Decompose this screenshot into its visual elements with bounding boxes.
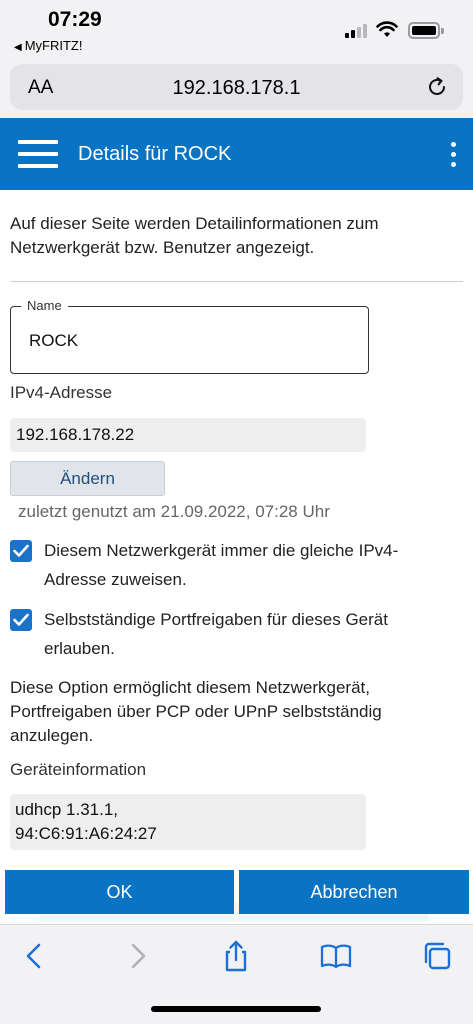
device-info-line: 94:C6:91:A6:24:27 — [15, 824, 157, 843]
status-bar: 07:29 ◀ MyFRITZ! — [0, 0, 473, 58]
battery-icon — [408, 22, 444, 39]
bookmarks-icon[interactable] — [319, 939, 353, 973]
back-icon[interactable] — [18, 939, 52, 973]
device-info-label: Geräteinformation — [10, 760, 147, 779]
action-bar: OK Abbrechen — [0, 858, 473, 924]
cancel-button[interactable]: Abbrechen — [239, 870, 469, 914]
back-to-app-link[interactable]: ◀ MyFRITZ! — [14, 38, 82, 53]
browser-address-area: AA 192.168.178.1 — [0, 58, 473, 118]
app-header: Details für ROCK — [0, 118, 473, 190]
same-ip-checkbox[interactable] — [10, 540, 32, 562]
same-ip-label: Diesem Netzwerkgerät immer die gleiche I… — [44, 541, 399, 589]
clock: 07:29 — [48, 8, 102, 31]
cellular-signal-icon — [345, 24, 369, 38]
port-forwarding-description: Diese Option ermöglicht diesem Netzwerkg… — [10, 678, 382, 745]
port-forwarding-checkbox[interactable] — [10, 609, 32, 631]
back-triangle-icon: ◀ — [14, 42, 22, 53]
name-field-value[interactable]: ROCK — [29, 331, 78, 351]
home-indicator — [151, 1006, 321, 1012]
change-button[interactable]: Ändern — [10, 461, 165, 496]
tabs-icon[interactable] — [420, 939, 454, 973]
page-title: Details für ROCK — [78, 143, 232, 165]
device-info-field: udhcp 1.31.1, 94:C6:91:A6:24:27 — [10, 794, 366, 850]
address-bar[interactable]: AA 192.168.178.1 — [10, 64, 463, 110]
name-field-label: Name — [21, 298, 68, 313]
back-app-label: MyFRITZ! — [24, 38, 83, 53]
ipv4-field: 192.168.178.22 — [10, 418, 366, 452]
same-ip-option[interactable]: Diesem Netzwerkgerät immer die gleiche I… — [10, 536, 465, 596]
intro-text: Auf dieser Seite werden Detailinformatio… — [10, 214, 379, 257]
last-used-text: zuletzt genutzt am 21.09.2022, 07:28 Uhr — [18, 502, 330, 521]
share-icon[interactable] — [219, 939, 253, 973]
ok-button[interactable]: OK — [5, 870, 234, 914]
hamburger-icon[interactable] — [18, 138, 58, 170]
port-forwarding-label: Selbstständige Portfreigaben für dieses … — [44, 610, 388, 658]
url-text[interactable]: 192.168.178.1 — [10, 77, 463, 100]
name-field[interactable]: Name ROCK — [10, 298, 369, 374]
forward-icon[interactable] — [120, 939, 154, 973]
wifi-icon — [376, 21, 398, 37]
divider — [10, 281, 463, 282]
ipv4-label: IPv4-Adresse — [10, 383, 113, 402]
device-info-line: udhcp 1.31.1, — [15, 800, 119, 819]
reload-icon[interactable] — [425, 75, 449, 99]
more-vertical-icon[interactable] — [447, 142, 459, 168]
port-forwarding-option[interactable]: Selbstständige Portfreigaben für dieses … — [10, 605, 465, 665]
